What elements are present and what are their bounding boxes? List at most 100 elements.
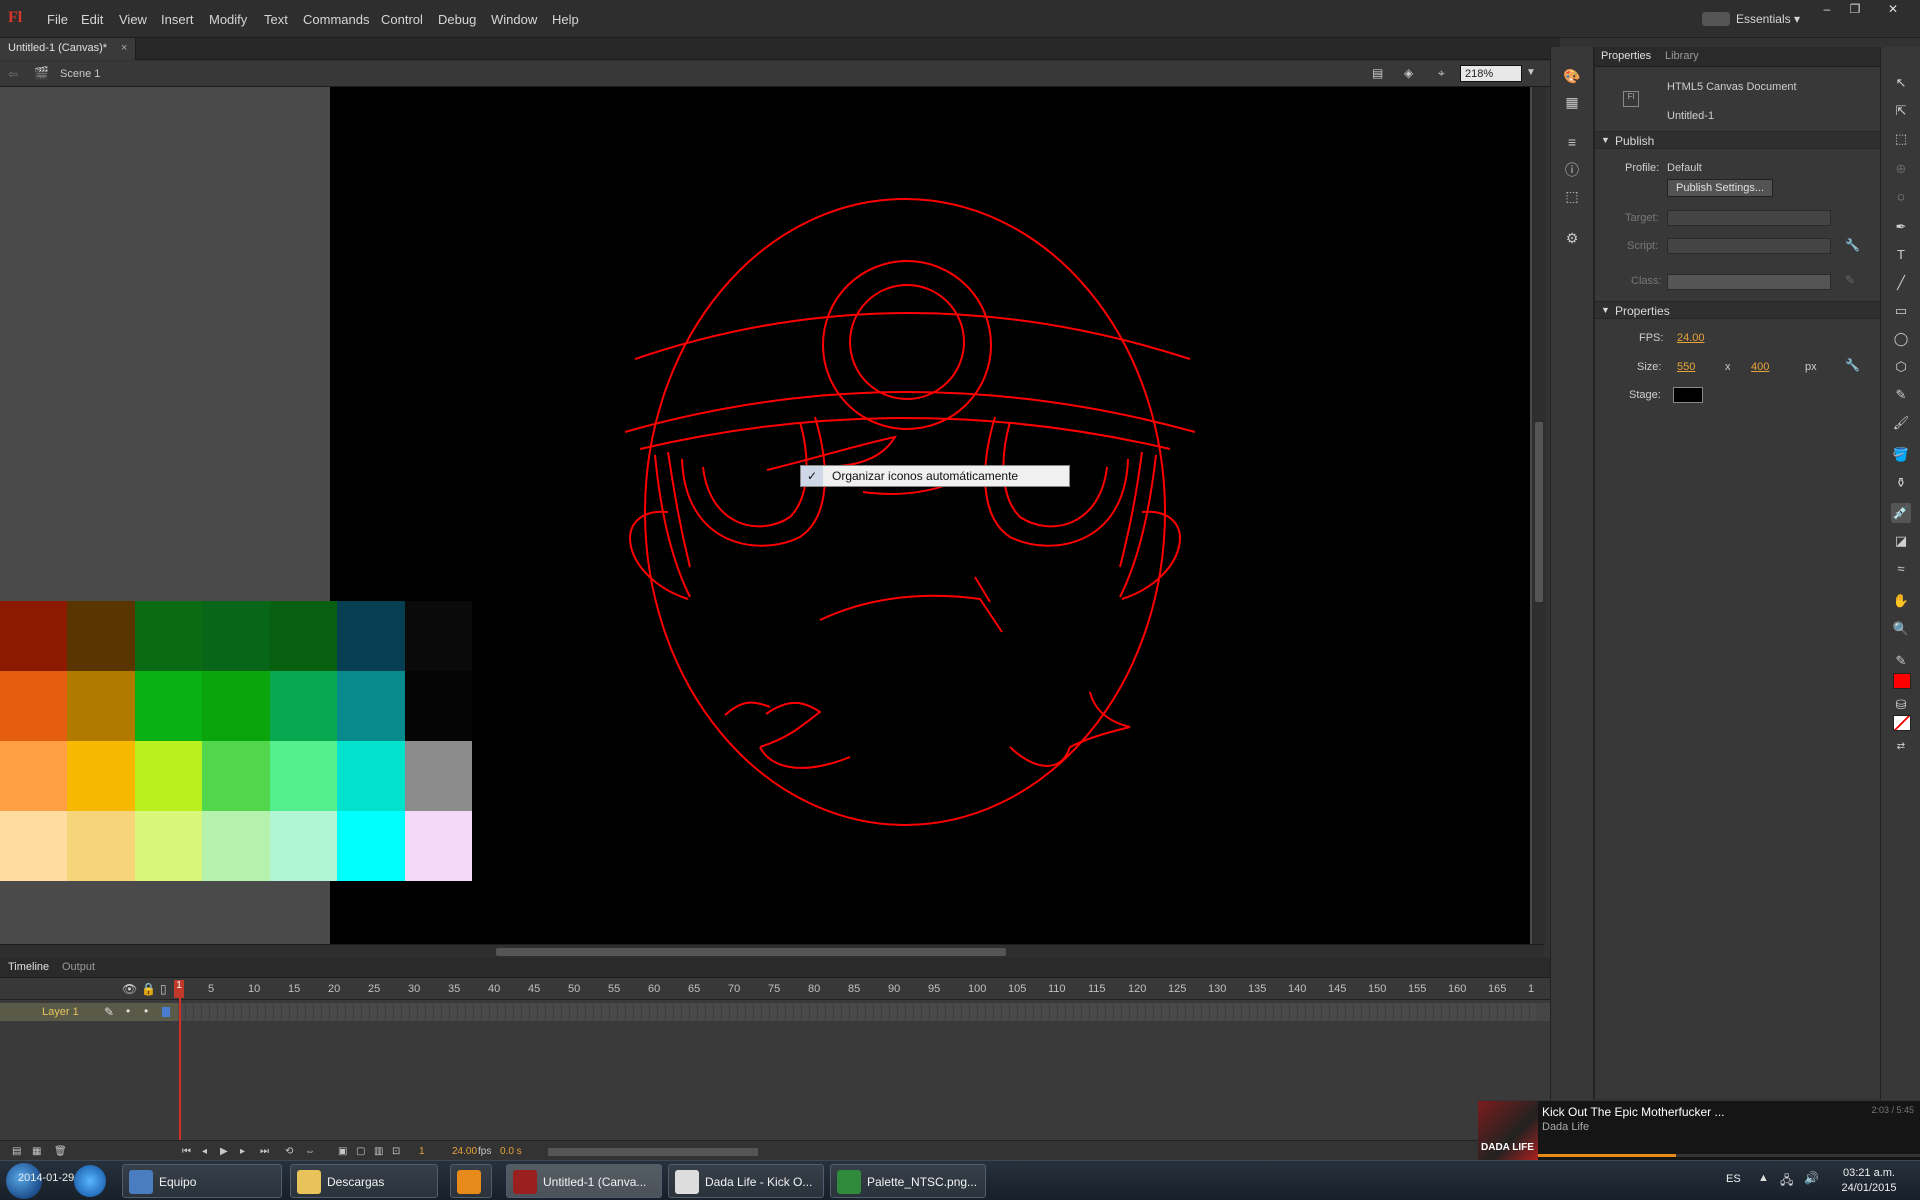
menu-file[interactable]: File	[47, 12, 68, 27]
delete-layer-icon[interactable]: 🗑	[54, 1146, 67, 1157]
brush-tool-icon[interactable]: 🖌	[1891, 413, 1911, 433]
edit-multiple-icon[interactable]: ▥	[374, 1146, 383, 1157]
menu-text[interactable]: Text	[264, 12, 288, 27]
align-panel-icon[interactable]: ≡	[1561, 131, 1583, 153]
system-clock[interactable]: 03:21 a.m. 24/01/2015	[1834, 1166, 1904, 1196]
menu-edit[interactable]: Edit	[81, 12, 103, 27]
elapsed-time[interactable]: 0.0 s	[500, 1146, 522, 1157]
playhead[interactable]	[179, 980, 181, 1148]
taskbar-app[interactable]: Descargas	[290, 1164, 438, 1198]
back-arrow-icon[interactable]: ⇦	[8, 67, 18, 81]
oval-tool-icon[interactable]: ◯	[1891, 329, 1911, 349]
swap-colors-icon[interactable]: ⇄	[1891, 737, 1911, 757]
outline-icon[interactable]: ▯	[160, 982, 167, 996]
taskbar-app[interactable]: Equipo	[122, 1164, 282, 1198]
tab-output[interactable]: Output	[62, 961, 95, 973]
prev-frame-icon[interactable]: ◂	[202, 1146, 207, 1157]
horizontal-scrollbar[interactable]	[0, 944, 1544, 958]
media-notification[interactable]: DADA LIFE Kick Out The Epic Motherfucker…	[1478, 1100, 1920, 1161]
menu-view[interactable]: View	[119, 12, 147, 27]
lock-dot-icon[interactable]: •	[144, 1004, 148, 1018]
zoom-dropdown-icon[interactable]: ▼	[1526, 67, 1536, 78]
subselection-tool-icon[interactable]: ⇱	[1891, 101, 1911, 121]
selection-tool-icon[interactable]: ↖	[1891, 73, 1911, 93]
sync-settings-icon[interactable]	[1702, 12, 1730, 26]
track-progress-bar[interactable]	[1538, 1154, 1920, 1157]
transform-panel-icon[interactable]: ⬚	[1561, 185, 1583, 207]
menu-window[interactable]: Window	[491, 12, 537, 27]
onion-skin-icon[interactable]: ▣	[338, 1146, 347, 1157]
timeline-hscroll[interactable]	[548, 1148, 758, 1156]
free-transform-tool-icon[interactable]: ⬚	[1891, 129, 1911, 149]
properties-section-header[interactable]: ▼ Properties	[1595, 301, 1881, 319]
line-tool-icon[interactable]: ╱	[1891, 273, 1911, 293]
lasso-tool-icon[interactable]: ◌	[1891, 187, 1911, 207]
new-layer-icon[interactable]: ▤	[12, 1146, 21, 1157]
eraser-tool-icon[interactable]: ◪	[1891, 531, 1911, 551]
fps-value[interactable]: 24.00	[452, 1146, 477, 1157]
stage-color-swatch[interactable]	[1673, 387, 1703, 403]
vertical-scrollbar[interactable]	[1532, 87, 1546, 944]
zoom-field[interactable]: 218%	[1460, 65, 1522, 82]
lock-icon[interactable]: 🔒	[141, 982, 156, 996]
next-frame-icon[interactable]: ▸	[240, 1146, 245, 1157]
playhead-frame-label[interactable]: 1	[174, 980, 184, 998]
center-frame-icon[interactable]: ⇔	[305, 1146, 315, 1157]
layer-header[interactable]: Layer 1 ✎ • •	[0, 1003, 178, 1021]
publish-settings-button[interactable]: Publish Settings...	[1667, 179, 1774, 197]
document-tab[interactable]: Untitled-1 (Canvas)* ×	[0, 38, 137, 60]
width-field[interactable]: 550	[1677, 361, 1695, 373]
network-icon[interactable]: 🖧	[1780, 1171, 1793, 1192]
polystar-tool-icon[interactable]: ⬡	[1891, 357, 1911, 377]
menu-insert[interactable]: Insert	[161, 12, 194, 27]
new-folder-icon[interactable]: ▦	[32, 1146, 41, 1157]
menu-debug[interactable]: Debug	[438, 12, 476, 27]
tab-properties[interactable]: Properties	[1601, 50, 1651, 62]
height-field[interactable]: 400	[1751, 361, 1769, 373]
restore-button[interactable]: ❐	[1842, 2, 1868, 18]
visibility-dot-icon[interactable]: •	[126, 1004, 130, 1018]
pen-tool-icon[interactable]: ✒	[1891, 217, 1911, 237]
zoom-tool-icon[interactable]: 🔍	[1891, 619, 1911, 639]
horizontal-scrollbar-thumb[interactable]	[496, 948, 1006, 956]
last-frame-icon[interactable]: ⏭	[260, 1146, 269, 1157]
center-stage-icon[interactable]: ⌖	[1438, 66, 1445, 81]
ink-bottle-tool-icon[interactable]: ⚱	[1891, 473, 1911, 493]
frames-strip[interactable]	[178, 1003, 1536, 1021]
onion-outline-icon[interactable]: ▢	[356, 1146, 365, 1157]
context-menu[interactable]: ✓ Organizar iconos automáticamente	[800, 465, 1070, 487]
width-tool-icon[interactable]: ≈	[1891, 559, 1911, 579]
context-menu-item-auto-arrange[interactable]: Organizar iconos automáticamente	[832, 469, 1018, 483]
rectangle-tool-icon[interactable]: ▭	[1891, 301, 1911, 321]
modify-markers-icon[interactable]: ⊡	[392, 1146, 400, 1157]
menu-commands[interactable]: Commands	[303, 12, 369, 27]
workspace-switcher[interactable]: Essentials ▾	[1736, 12, 1800, 26]
menu-control[interactable]: Control	[381, 12, 423, 27]
stroke-color-swatch[interactable]	[1893, 673, 1911, 689]
tab-library[interactable]: Library	[1665, 50, 1699, 62]
volume-icon[interactable]: 🔊	[1804, 1171, 1819, 1185]
taskbar-app[interactable]	[450, 1164, 492, 1198]
play-icon[interactable]: ▶	[220, 1146, 228, 1157]
menu-help[interactable]: Help	[552, 12, 579, 27]
current-frame-value[interactable]: 1	[419, 1146, 425, 1157]
eyedropper-tool-icon[interactable]: 💉	[1891, 503, 1911, 523]
size-wrench-icon[interactable]: 🔧	[1845, 358, 1860, 372]
ie-icon[interactable]	[74, 1165, 106, 1197]
color-panel-icon[interactable]: 🎨	[1561, 65, 1583, 87]
taskbar-app[interactable]: Palette_NTSC.png...	[830, 1164, 986, 1198]
edit-scene-icon[interactable]: ▤	[1372, 66, 1383, 80]
paint-bucket-tool-icon[interactable]: 🪣	[1891, 445, 1911, 465]
edit-symbol-icon[interactable]: ◈	[1404, 66, 1413, 80]
layer-name[interactable]: Layer 1	[42, 1006, 79, 1018]
eye-icon[interactable]: 👁	[122, 982, 137, 996]
publish-section-header[interactable]: ▼ Publish	[1595, 131, 1881, 149]
stage-canvas[interactable]	[330, 87, 1530, 944]
close-tab-icon[interactable]: ×	[121, 42, 127, 54]
info-panel-icon[interactable]: ⓘ	[1561, 159, 1583, 181]
class-field[interactable]	[1667, 274, 1831, 290]
script-select[interactable]	[1667, 238, 1831, 254]
minimize-button[interactable]: –	[1814, 2, 1840, 18]
text-tool-icon[interactable]: T	[1891, 245, 1911, 265]
loop-icon[interactable]: ⟲	[285, 1146, 293, 1157]
